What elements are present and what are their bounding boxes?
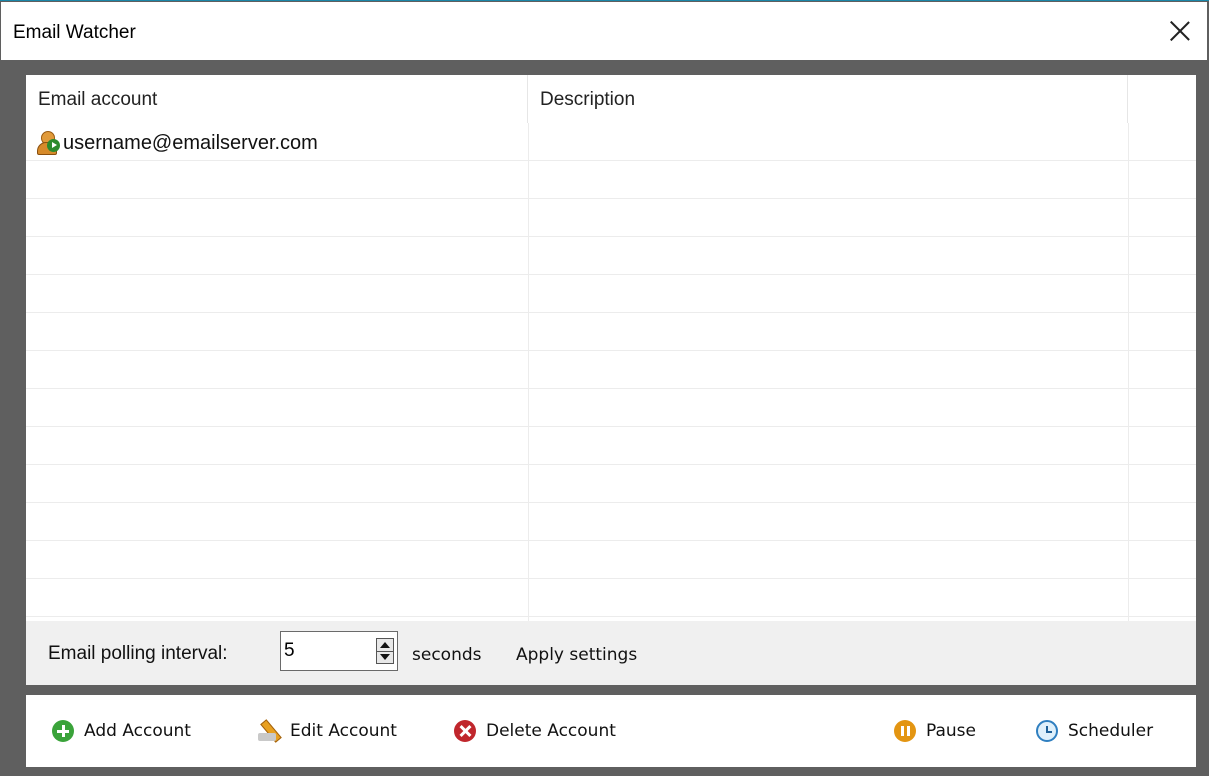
empty-row <box>26 161 1196 199</box>
column-header-empty <box>1128 75 1196 123</box>
stepper-buttons[interactable] <box>376 638 394 664</box>
empty-row <box>26 503 1196 541</box>
column-divider <box>528 123 529 621</box>
edit-account-label: Edit Account <box>290 721 397 741</box>
scheduler-button[interactable]: Scheduler <box>1036 717 1153 745</box>
edit-account-button[interactable]: Edit Account <box>258 717 397 745</box>
list-header: Email account Description <box>26 75 1196 123</box>
close-icon[interactable] <box>1167 18 1193 44</box>
empty-row <box>26 313 1196 351</box>
empty-row <box>26 351 1196 389</box>
account-email: username@emailserver.com <box>63 132 318 154</box>
pause-icon <box>894 720 916 742</box>
delete-account-button[interactable]: Delete Account <box>454 717 616 745</box>
column-divider <box>1128 123 1129 621</box>
polling-interval-stepper[interactable] <box>280 631 398 671</box>
empty-row <box>26 199 1196 237</box>
empty-row <box>26 275 1196 313</box>
table-row[interactable]: username@emailserver.com <box>26 123 1196 161</box>
empty-row <box>26 237 1196 275</box>
email-watcher-window: Email Watcher Email account Description … <box>0 0 1209 776</box>
delete-icon <box>454 720 476 742</box>
polling-interval-input[interactable] <box>284 638 364 664</box>
account-cell: username@emailserver.com <box>36 123 318 161</box>
empty-row <box>26 579 1196 617</box>
settings-bar: Email polling interval: seconds Apply se… <box>26 621 1196 685</box>
clock-icon <box>1036 720 1058 742</box>
polling-unit-label: seconds <box>412 645 482 665</box>
pencil-icon <box>258 720 280 742</box>
pause-label: Pause <box>926 721 976 741</box>
stepper-down-icon[interactable] <box>377 651 393 663</box>
bottom-toolbar: Add Account Edit Account Delete Account … <box>26 695 1196 767</box>
account-active-icon <box>36 130 60 155</box>
list-rows: username@emailserver.com <box>26 123 1196 617</box>
column-header-email-account[interactable]: Email account <box>26 75 528 123</box>
polling-interval-label: Email polling interval: <box>48 643 228 664</box>
pause-button[interactable]: Pause <box>894 717 976 745</box>
apply-settings-button[interactable]: Apply settings <box>516 645 637 665</box>
empty-row <box>26 389 1196 427</box>
column-header-description[interactable]: Description <box>528 75 1128 123</box>
window-title: Email Watcher <box>13 22 136 43</box>
add-icon <box>52 720 74 742</box>
account-list: Email account Description username@email… <box>26 75 1196 621</box>
empty-row <box>26 465 1196 503</box>
title-bar: Email Watcher <box>1 2 1207 60</box>
empty-row <box>26 427 1196 465</box>
delete-account-label: Delete Account <box>486 721 616 741</box>
empty-row <box>26 541 1196 579</box>
scheduler-label: Scheduler <box>1068 721 1154 741</box>
add-account-button[interactable]: Add Account <box>52 717 191 745</box>
add-account-label: Add Account <box>84 721 191 741</box>
